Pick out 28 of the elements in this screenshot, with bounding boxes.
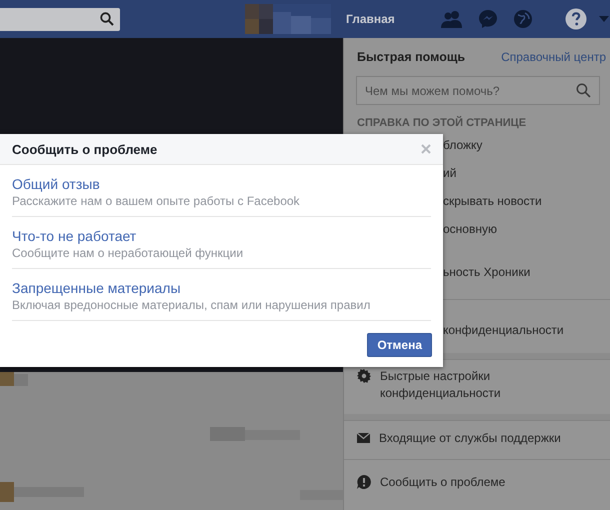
cancel-button[interactable]: Отмена <box>367 333 432 357</box>
dialog-title: Сообщить о проблеме <box>12 142 158 156</box>
home-link[interactable]: Главная <box>346 12 426 26</box>
envelope-icon <box>357 433 370 443</box>
menu-item[interactable]: Входящие от службы поддержки <box>379 431 561 445</box>
menu-item[interactable]: Быстрые настройки конфиденциальности <box>380 368 550 402</box>
help-icon[interactable] <box>565 8 587 30</box>
option-description: Расскажите нам о вашем опыте работы с Facebook <box>12 193 300 209</box>
friends-icon[interactable] <box>441 10 463 28</box>
close-icon[interactable] <box>421 144 431 154</box>
menu-item[interactable]: Сообщить о проблеме <box>380 475 506 489</box>
alert-icon <box>357 475 371 489</box>
option-link[interactable]: Общий отзыв <box>12 175 100 193</box>
help-search-box[interactable]: Чем мы можем помочь? <box>356 76 600 105</box>
gear-icon <box>357 369 371 383</box>
search-icon[interactable] <box>100 12 114 26</box>
option-link[interactable]: Что-то не работает <box>12 227 136 245</box>
section-heading: СПРАВКА ПО ЭТОЙ СТРАНИЦЕ <box>356 117 528 131</box>
chat-bubble-icon[interactable] <box>478 9 498 29</box>
search-icon[interactable] <box>576 83 591 98</box>
option-link[interactable]: Запрещенные материалы <box>12 279 181 297</box>
menu-title: Быстрая помощь <box>357 50 466 64</box>
help-center-link[interactable]: Справочный центр <box>501 50 606 64</box>
help-search-field[interactable]: Чем мы можем помочь? <box>365 77 576 104</box>
caret-icon[interactable] <box>599 16 609 22</box>
search-field[interactable] <box>0 8 120 30</box>
option-description: Сообщите нам о неработающей функции <box>12 245 244 261</box>
option-description: Включая вредоносные материалы, спам или нарушения правил <box>12 297 370 313</box>
